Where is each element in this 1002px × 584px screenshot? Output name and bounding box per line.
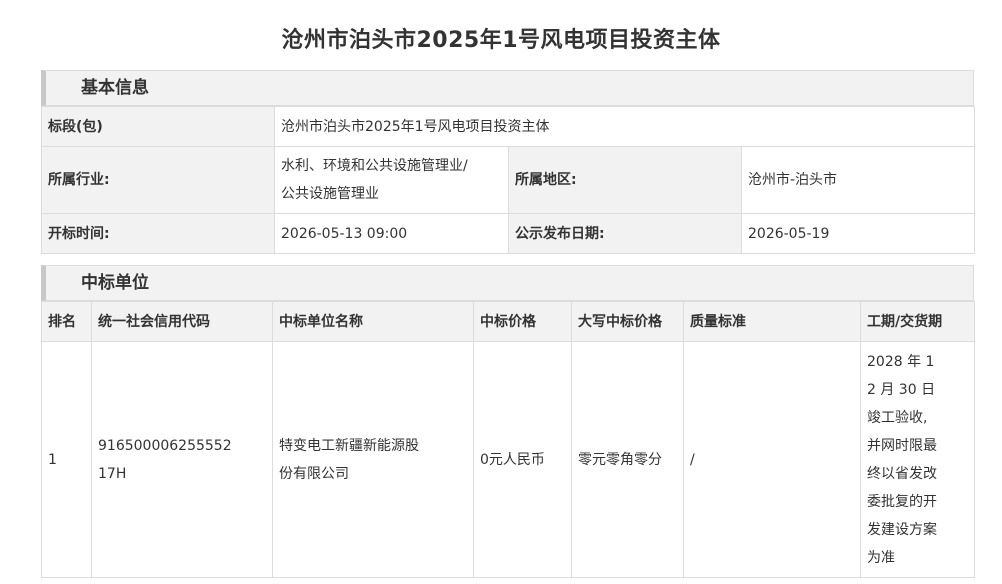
company-name-cell: 特变电工新疆新能源股 份有限公司	[272, 341, 474, 578]
industry-region-row: 所属行业: 水利、环境和公共设施管理业/ 公共设施管理业 所属地区: 沧州市-泊…	[41, 146, 976, 214]
credit-code-line2: 17H	[98, 465, 127, 482]
column-header-period: 工期/交货期	[860, 301, 975, 342]
winner-table: 排名 统一社会信用代码 中标单位名称 中标价格 大写中标价格 质量标准 工期/交…	[41, 301, 975, 578]
period-line: 2028 年 1	[867, 353, 935, 370]
basic-info-header: 基本信息	[41, 70, 974, 106]
section-label: 标段(包)	[41, 106, 275, 147]
rank-cell: 1	[41, 341, 92, 578]
publish-date-label: 公示发布日期:	[508, 213, 742, 254]
price-words-cell: 零元零角零分	[571, 341, 684, 578]
winner-section: 中标单位 排名 统一社会信用代码 中标单位名称 中标价格 大写中标价格 质量标准…	[41, 265, 975, 578]
publish-date-value: 2026-05-19	[740, 213, 976, 254]
table-row: 1 916500006255552 17H 特变电工新疆新能源股 份有限公司 0…	[41, 341, 975, 578]
credit-code-cell: 916500006255552 17H	[91, 341, 273, 578]
region-label: 所属地区:	[508, 146, 742, 214]
credit-code-line1: 916500006255552	[98, 437, 232, 454]
period-line: 2 月 30 日	[867, 381, 936, 398]
section-row: 标段(包) 沧州市泊头市2025年1号风电项目投资主体	[41, 106, 976, 147]
industry-value: 水利、环境和公共设施管理业/ 公共设施管理业	[274, 146, 509, 214]
period-line: 终以省发改	[867, 465, 937, 482]
industry-value-line2: 公共设施管理业	[281, 186, 379, 202]
column-header-price: 中标价格	[473, 301, 572, 342]
time-row: 开标时间: 2026-05-13 09:00 公示发布日期: 2026-05-1…	[41, 213, 976, 254]
company-name-line1: 特变电工新疆新能源股	[279, 437, 419, 454]
column-header-credit-code: 统一社会信用代码	[91, 301, 273, 342]
column-header-quality: 质量标准	[683, 301, 861, 342]
column-header-rank: 排名	[41, 301, 92, 342]
price-cell: 0元人民币	[473, 341, 572, 578]
period-line: 委批复的开	[867, 493, 937, 510]
period-cell: 2028 年 1 2 月 30 日 竣工验收, 并网时限最 终以省发改 委批复的…	[860, 341, 975, 578]
basic-info-table: 标段(包) 沧州市泊头市2025年1号风电项目投资主体 所属行业: 水利、环境和…	[41, 106, 976, 254]
industry-label: 所属行业:	[41, 146, 275, 214]
period-line: 发建设方案	[867, 521, 937, 538]
industry-value-line1: 水利、环境和公共设施管理业/	[281, 158, 468, 174]
basic-info-section: 基本信息 标段(包) 沧州市泊头市2025年1号风电项目投资主体 所属行业: 水…	[41, 70, 976, 254]
period-line: 为准	[867, 549, 895, 566]
region-value: 沧州市-泊头市	[740, 146, 976, 214]
open-time-value: 2026-05-13 09:00	[274, 213, 509, 254]
period-line: 竣工验收,	[867, 409, 928, 426]
open-time-label: 开标时间:	[41, 213, 275, 254]
column-header-company-name: 中标单位名称	[272, 301, 474, 342]
page-title: 沧州市泊头市2025年1号风电项目投资主体	[281, 28, 721, 53]
column-header-price-words: 大写中标价格	[571, 301, 684, 342]
winner-header: 中标单位	[41, 265, 974, 301]
company-name-line2: 份有限公司	[279, 465, 349, 482]
quality-cell: /	[683, 341, 861, 578]
section-value: 沧州市泊头市2025年1号风电项目投资主体	[273, 106, 976, 147]
period-line: 并网时限最	[867, 437, 937, 454]
winner-header-row: 排名 统一社会信用代码 中标单位名称 中标价格 大写中标价格 质量标准 工期/交…	[41, 301, 975, 342]
